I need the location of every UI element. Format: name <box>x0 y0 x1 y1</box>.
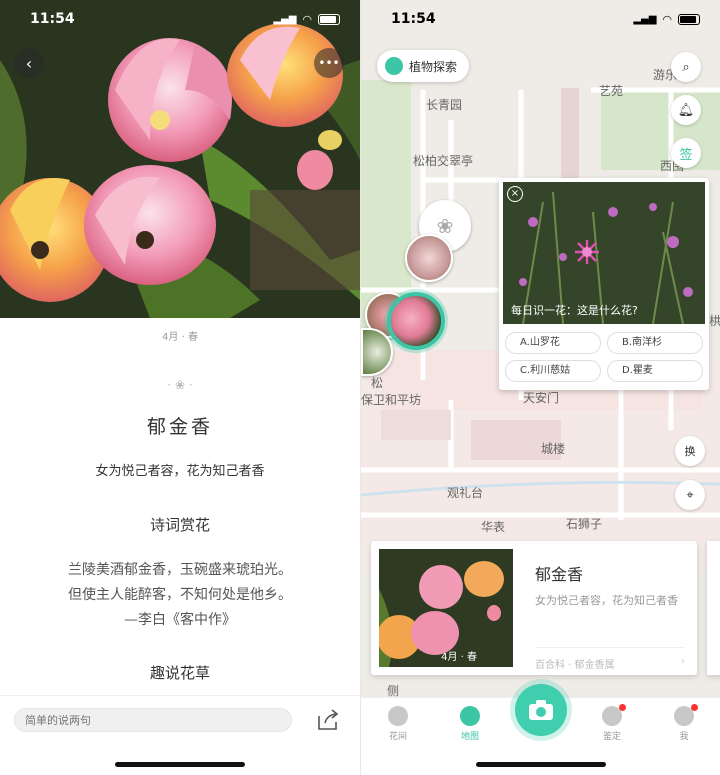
notification-dot <box>619 704 626 711</box>
map-label: 长青园 <box>426 98 463 112</box>
poem-text: 兰陵美酒郁金香，玉碗盛来琥珀光。 但使主人能醉客，不知何处是他乡。 —李白《客中… <box>0 558 360 633</box>
quiz-flower-photo: 每日识一花：这是什么花? <box>503 182 705 324</box>
plant-explore-button[interactable]: 植物探索 <box>377 50 470 82</box>
tab-identify[interactable]: 鉴定 <box>587 704 637 742</box>
map-label: 栱 <box>709 314 720 328</box>
locate-button[interactable]: ⌖ <box>675 480 705 510</box>
tab-label: 花间 <box>388 732 407 742</box>
plant-subtitle: 女为悦己者容，花为知己者香 <box>95 464 265 479</box>
poem-line: 兰陵美酒郁金香，玉碗盛来琥珀光。 <box>68 562 292 578</box>
camera-icon <box>529 700 553 720</box>
map-label: 艺苑 <box>599 84 624 98</box>
selected-map-pin[interactable] <box>387 292 445 350</box>
camera-button[interactable] <box>515 684 567 736</box>
plant-card-photo: 4月 · 春 <box>379 549 513 667</box>
status-time: 11:54 <box>391 11 436 27</box>
map-label: 保卫和平坊 <box>361 393 422 407</box>
plant-card-title: 郁金香 <box>535 565 584 584</box>
home-indicator <box>115 762 245 767</box>
status-icons: ▂▄▆ ◠ <box>273 13 340 26</box>
battery-icon <box>318 13 340 25</box>
leaf-icon <box>385 57 403 75</box>
map-label: 松柏交翠亭 <box>413 154 474 168</box>
map-label: 松 <box>371 376 384 390</box>
poem-section-title: 诗词赏花 <box>149 516 210 534</box>
notification-button[interactable]: 🔔︎ <box>671 95 701 125</box>
map-pin[interactable] <box>405 234 453 282</box>
crosshair-icon: ⌖ <box>686 487 694 503</box>
notification-dot <box>691 704 698 711</box>
tab-label: 鉴定 <box>602 732 621 742</box>
wifi-icon: ◠ <box>302 12 312 26</box>
tulip-photo <box>0 0 360 318</box>
quiz-option[interactable]: B.南洋杉 <box>607 332 703 354</box>
more-button[interactable]: ••• <box>314 48 344 78</box>
sign-in-button[interactable]: 签 <box>671 138 701 168</box>
swap-button[interactable]: 换 <box>675 436 705 466</box>
battery-icon <box>678 13 700 25</box>
chevron-right-icon: › <box>681 656 685 667</box>
tab-map[interactable]: 地图 <box>445 706 495 742</box>
plant-card[interactable]: 4月 · 春 郁金香 女为悦己者容，花为知己者香 百合科 · 郁金香属 › <box>371 541 697 675</box>
flower-ornament-icon: · ❀ · <box>167 378 193 392</box>
flower-icon: ❀ <box>436 214 454 238</box>
sign-label: 签 <box>679 147 693 163</box>
status-bar: 11:54 ▂▄▆ ◠ <box>0 0 360 38</box>
plant-card-family: 百合科 · 郁金香属 <box>535 660 615 671</box>
plant-card-meta: 百合科 · 郁金香属 › <box>535 647 685 671</box>
map-label: 城楼 <box>541 442 566 456</box>
next-plant-card[interactable] <box>707 541 720 675</box>
plant-card-desc: 女为悦己者容，花为知己者香 <box>535 594 678 607</box>
map-label: 天安门 <box>523 391 560 405</box>
tab-bar: 花间 地图 鉴定 我 <box>361 684 720 775</box>
more-icon: ••• <box>318 56 340 70</box>
quiz-question: 每日识一花：这是什么花? <box>511 304 638 317</box>
clover-icon <box>388 706 408 726</box>
season-badge: 4月 · 春 <box>441 652 477 663</box>
status-bar: 11:54 ▂▄▆ ◠ <box>361 0 720 38</box>
chevron-left-icon: ‹ <box>25 53 33 73</box>
tab-huajian[interactable]: 花间 <box>373 706 423 742</box>
plant-detail-screen: 11:54 ▂▄▆ ◠ ‹ ••• 4月 · 春 · ❀ · 郁金香 女为悦己者… <box>0 0 360 775</box>
quiz-option[interactable]: C.利川慈姑 <box>505 360 601 382</box>
home-indicator <box>475 762 606 767</box>
map-label: 观礼台 <box>447 486 484 500</box>
close-quiz-button[interactable]: × <box>507 186 523 202</box>
search-button[interactable]: ⌕ <box>671 52 701 82</box>
comment-input[interactable] <box>14 708 292 732</box>
tab-label: 地图 <box>460 732 479 742</box>
poem-author: —李白《客中作》 <box>124 612 236 628</box>
quiz-option[interactable]: D.瞿麦 <box>607 360 703 382</box>
fun-section-title: 趣说花草 <box>149 664 210 682</box>
season-caption: 4月 · 春 <box>162 332 198 343</box>
quiz-option[interactable]: A.山罗花 <box>505 332 601 354</box>
comment-bar <box>0 695 360 775</box>
swap-label: 换 <box>684 445 696 458</box>
explore-label: 植物探索 <box>409 59 458 74</box>
share-button[interactable] <box>314 706 342 734</box>
map-flower-icon <box>460 706 480 726</box>
wifi-icon: ◠ <box>662 12 672 26</box>
back-button[interactable]: ‹ <box>14 48 44 78</box>
search-icon: ⌕ <box>682 59 690 75</box>
map-screen: 长青园 松柏交翠亭 艺苑 游乐 西围 栱 天安门 城楼 观礼台 华表 石狮子 保… <box>361 0 720 775</box>
signal-icon: ▂▄▆ <box>633 13 657 25</box>
tab-label: 我 <box>679 732 689 742</box>
share-icon <box>318 709 339 730</box>
daily-quiz-card: 每日识一花：这是什么花? × A.山罗花 B.南洋杉 C.利川慈姑 D.瞿麦 <box>499 178 709 390</box>
bell-icon: 🔔︎ <box>677 102 695 118</box>
plant-title: 郁金香 <box>146 416 213 438</box>
tab-me[interactable]: 我 <box>659 704 709 742</box>
map-label: 华表 <box>481 520 506 534</box>
status-time: 11:54 <box>30 11 75 27</box>
poem-line: 但使主人能醉客，不知何处是他乡。 <box>68 587 292 603</box>
signal-icon: ▂▄▆ <box>273 13 297 25</box>
status-icons: ▂▄▆ ◠ <box>633 13 700 26</box>
close-icon: × <box>510 188 520 199</box>
map-label: 石狮子 <box>566 517 603 531</box>
